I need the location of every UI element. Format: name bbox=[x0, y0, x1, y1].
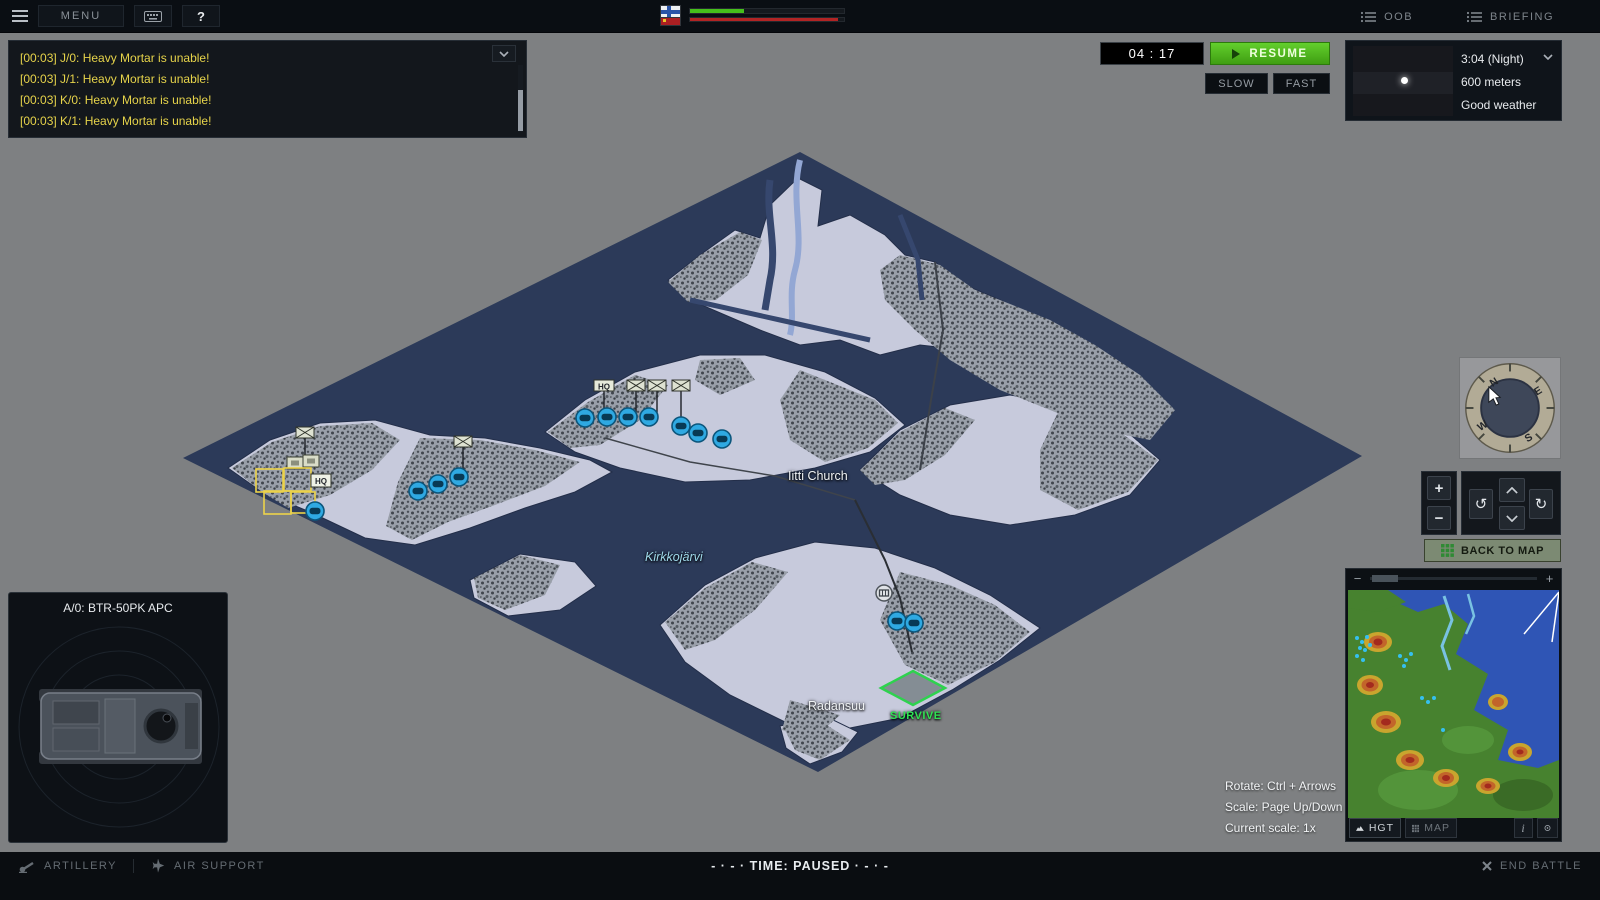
battle-timer: 04 : 17 bbox=[1100, 42, 1204, 65]
unit-marker[interactable] bbox=[598, 408, 616, 426]
air-support-icon bbox=[150, 859, 166, 873]
keyboard-icon bbox=[144, 11, 162, 22]
keyboard-button[interactable] bbox=[134, 5, 172, 27]
artillery-icon bbox=[18, 860, 36, 873]
chevron-down-icon bbox=[1506, 515, 1518, 522]
map-label-church: Iitti Church bbox=[788, 469, 848, 483]
end-battle-button[interactable]: END BATTLE bbox=[1482, 860, 1582, 872]
rotate-cw-button[interactable]: ↻ bbox=[1529, 489, 1553, 519]
list-icon bbox=[1467, 11, 1482, 23]
air-support-button[interactable]: AIR SUPPORT bbox=[150, 859, 265, 873]
log-message: [00:03] K/1: Heavy Mortar is unable! bbox=[20, 111, 502, 132]
faction-flags-icon bbox=[660, 5, 681, 26]
chevron-up-icon bbox=[1506, 487, 1518, 494]
target-icon bbox=[1544, 822, 1551, 834]
minimap-info-button[interactable]: i bbox=[1514, 818, 1533, 838]
grid-icon bbox=[1441, 544, 1454, 557]
chevron-down-icon[interactable] bbox=[1543, 54, 1553, 60]
list-icon bbox=[1361, 11, 1376, 23]
close-icon bbox=[1482, 861, 1492, 871]
unit-marker[interactable] bbox=[689, 424, 707, 442]
map-toggle-button[interactable]: MAP bbox=[1405, 818, 1457, 838]
minimap-center-button[interactable] bbox=[1537, 818, 1558, 838]
artillery-button[interactable]: ARTILLERY bbox=[18, 860, 117, 873]
top-bar: MENU ? OOB bbox=[0, 0, 1600, 33]
unit-marker[interactable] bbox=[888, 612, 906, 630]
zoom-out-button[interactable]: − bbox=[1427, 506, 1451, 530]
minimap-zoom-in-button[interactable]: + bbox=[1541, 571, 1558, 586]
play-icon bbox=[1232, 49, 1240, 59]
log-collapse-button[interactable] bbox=[492, 45, 516, 62]
slow-button[interactable]: SLOW bbox=[1205, 73, 1268, 94]
unit-marker[interactable] bbox=[450, 468, 468, 486]
log-scrollbar[interactable] bbox=[518, 65, 523, 132]
unit-marker[interactable] bbox=[576, 409, 594, 427]
unit-marker[interactable] bbox=[429, 475, 447, 493]
moon-icon bbox=[1401, 77, 1408, 84]
zoom-in-button[interactable]: + bbox=[1427, 476, 1451, 500]
fast-button[interactable]: FAST bbox=[1273, 73, 1330, 94]
unit-marker[interactable] bbox=[672, 417, 690, 435]
moon-phase-image bbox=[1353, 46, 1453, 116]
pan-down-button[interactable] bbox=[1499, 506, 1525, 530]
back-to-map-button[interactable]: BACK TO MAP bbox=[1424, 539, 1561, 562]
selected-unit-panel: A/0: BTR-50PK APC bbox=[8, 592, 228, 843]
time-status: - · - · TIME: PAUSED · - · - bbox=[711, 859, 889, 873]
log-message: [00:03] K/0: Heavy Mortar is unable! bbox=[20, 90, 502, 111]
enemy-strength-bar bbox=[690, 18, 838, 21]
message-log: [00:03] J/0: Heavy Mortar is unable! [00… bbox=[8, 40, 527, 138]
station-marker[interactable] bbox=[876, 585, 892, 601]
minimap-canvas[interactable] bbox=[1348, 590, 1559, 818]
minimap-zoom-out-button[interactable]: − bbox=[1349, 571, 1366, 586]
unit-title: A/0: BTR-50PK APC bbox=[9, 601, 227, 615]
rotate-panel: ↺ ↻ bbox=[1461, 471, 1561, 535]
briefing-button[interactable]: BRIEFING bbox=[1467, 11, 1554, 23]
resume-button[interactable]: RESUME bbox=[1210, 42, 1330, 65]
vehicle-top-view bbox=[39, 689, 202, 764]
unit-marker[interactable] bbox=[640, 408, 658, 426]
time-control-panel: 04 : 17 RESUME SLOW FAST bbox=[1100, 42, 1330, 94]
unit-marker[interactable] bbox=[409, 482, 427, 500]
objective-label: SURVIVE bbox=[890, 710, 942, 722]
weather-row: Good weather bbox=[1461, 93, 1553, 116]
map-label-lake: Kirkkojärvi bbox=[645, 550, 703, 564]
minimap-zoom-thumb[interactable] bbox=[1372, 575, 1398, 582]
divider bbox=[133, 859, 134, 873]
unit-marker[interactable] bbox=[905, 614, 923, 632]
log-message: [00:03] J/1: Heavy Mortar is unable! bbox=[20, 69, 502, 90]
svg-text:HQ: HQ bbox=[315, 477, 327, 486]
environment-panel: 3:04 (Night) 600 meters Good weather bbox=[1345, 40, 1562, 121]
visibility-row: 600 meters bbox=[1461, 70, 1553, 93]
oob-button[interactable]: OOB bbox=[1361, 11, 1413, 23]
unit-marker[interactable] bbox=[713, 430, 731, 448]
menu-button[interactable]: MENU bbox=[38, 5, 124, 27]
chevron-down-icon bbox=[499, 51, 509, 57]
unit-preview bbox=[9, 619, 229, 841]
friendly-strength-bar bbox=[690, 9, 744, 13]
force-status bbox=[660, 5, 845, 26]
compass-widget[interactable]: N E S W bbox=[1459, 357, 1561, 459]
heightmap-toggle-button[interactable]: HGT bbox=[1349, 818, 1401, 838]
mountain-icon bbox=[1356, 824, 1364, 833]
zoom-panel: + − bbox=[1421, 471, 1457, 535]
minimap-panel: − + bbox=[1345, 568, 1562, 842]
grid-icon bbox=[1412, 823, 1419, 834]
time-of-day-row: 3:04 (Night) bbox=[1461, 47, 1553, 70]
map-label-town: Radansuu bbox=[808, 699, 865, 713]
hamburger-icon[interactable] bbox=[12, 10, 28, 22]
rotate-ccw-button[interactable]: ↺ bbox=[1469, 489, 1493, 519]
bottom-bar: ARTILLERY AIR SUPPORT - · - · TIME: PAUS… bbox=[0, 852, 1600, 900]
help-button[interactable]: ? bbox=[182, 5, 220, 27]
map-hints: Rotate: Ctrl + Arrows Scale: Page Up/Dow… bbox=[1225, 776, 1342, 839]
unit-marker[interactable] bbox=[619, 408, 637, 426]
pan-up-button[interactable] bbox=[1499, 478, 1525, 502]
log-message: [00:03] J/0: Heavy Mortar is unable! bbox=[20, 48, 502, 69]
